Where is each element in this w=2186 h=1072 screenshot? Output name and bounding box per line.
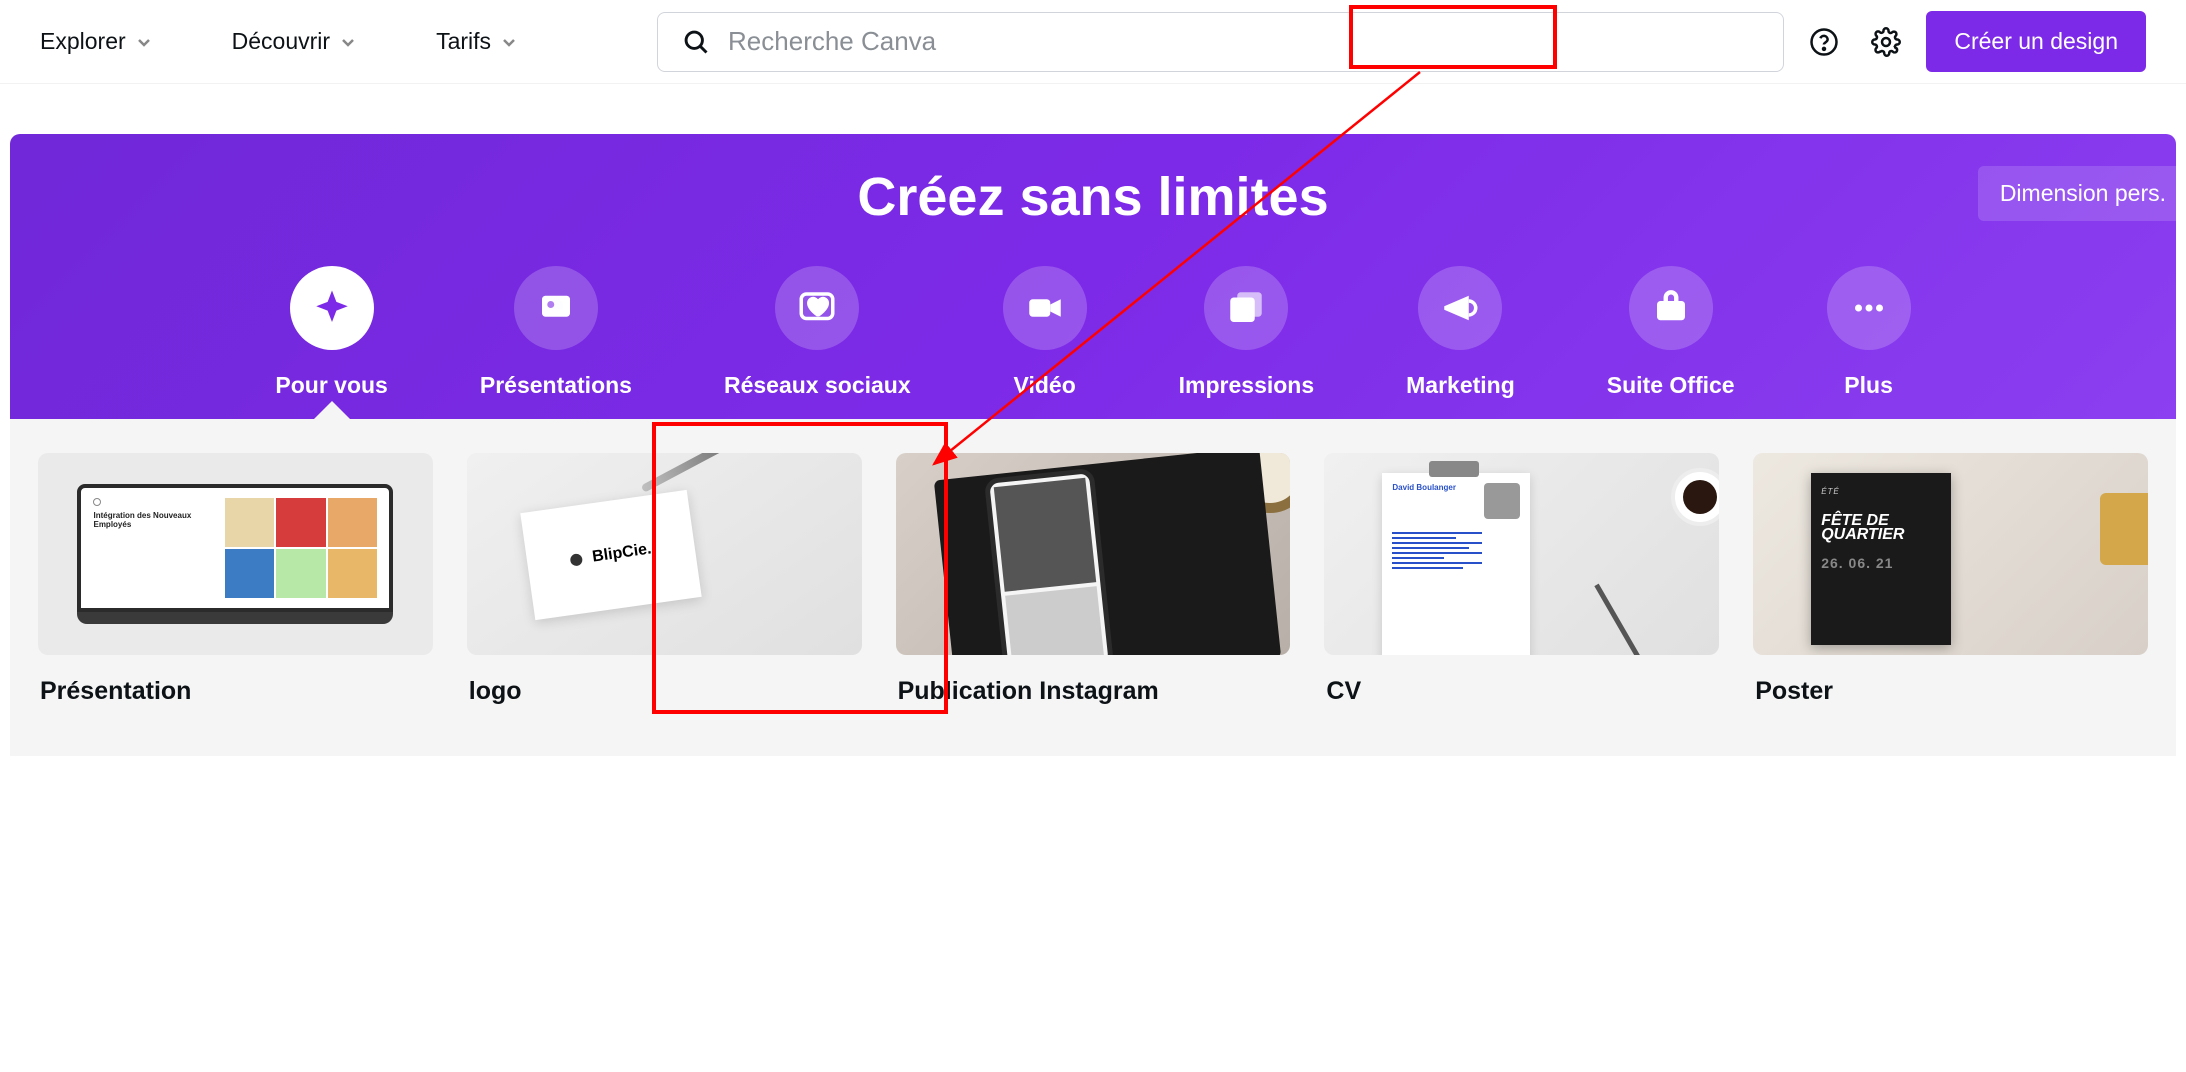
hero-title: Créez sans limites [10, 166, 2176, 266]
template-poster[interactable]: ÉTÉ FÊTE DEQUARTIER 26. 06. 21 Poster [1753, 453, 2148, 706]
category-social[interactable]: Réseaux sociaux [724, 266, 911, 399]
category-video[interactable]: Vidéo [1003, 266, 1087, 399]
template-thumbnail: David Boulanger [1324, 453, 1719, 655]
office-icon [1629, 266, 1713, 350]
print-icon [1204, 266, 1288, 350]
template-cv[interactable]: David Boulanger CV [1324, 453, 1719, 706]
gear-icon [1871, 27, 1901, 57]
category-label: Réseaux sociaux [724, 372, 911, 399]
category-label: Vidéo [1014, 372, 1076, 399]
settings-button[interactable] [1864, 20, 1908, 64]
help-icon [1809, 27, 1839, 57]
nav-explore-label: Explorer [40, 28, 126, 55]
help-button[interactable] [1802, 20, 1846, 64]
mock-poster-date: 26. 06. 21 [1821, 555, 1941, 571]
category-tabs: Pour vous Présentations Réseaux sociaux … [10, 266, 2176, 419]
nav-discover-label: Découvrir [232, 28, 330, 55]
category-label: Suite Office [1607, 372, 1735, 399]
nav-discover[interactable]: Découvrir [232, 28, 356, 55]
category-more[interactable]: Plus [1827, 266, 1911, 399]
template-thumbnail: BlipCie. [467, 453, 862, 655]
category-label: Impressions [1179, 372, 1315, 399]
template-logo[interactable]: BlipCie. logo [467, 453, 862, 706]
category-label: Pour vous [275, 372, 387, 399]
template-label: Publication Instagram [896, 677, 1291, 706]
template-thumbnail [896, 453, 1291, 655]
custom-dimensions-button[interactable]: Dimension pers. [1978, 166, 2176, 221]
category-label: Marketing [1406, 372, 1515, 399]
presentations-icon [514, 266, 598, 350]
template-label: CV [1324, 677, 1719, 706]
template-instagram-post[interactable]: Publication Instagram [896, 453, 1291, 706]
video-icon [1003, 266, 1087, 350]
more-icon [1827, 266, 1911, 350]
category-marketing[interactable]: Marketing [1406, 266, 1515, 399]
mock-laptop-title: Intégration des Nouveaux Employés [93, 512, 218, 530]
mock-logo-brand: BlipCie. [591, 540, 652, 566]
hero-banner: Créez sans limites Dimension pers. Pour … [10, 134, 2176, 419]
nav-links: Explorer Découvrir Tarifs [40, 28, 517, 55]
search-input[interactable] [728, 26, 1759, 57]
nav-pricing-label: Tarifs [436, 28, 491, 55]
chevron-down-icon [340, 34, 356, 50]
nav-explore[interactable]: Explorer [40, 28, 152, 55]
for-you-icon [290, 266, 374, 350]
search-icon [682, 28, 710, 56]
marketing-icon [1418, 266, 1502, 350]
header-bar: Explorer Découvrir Tarifs Créer un desig… [0, 0, 2186, 84]
templates-row: Intégration des Nouveaux Employés Présen… [10, 419, 2176, 756]
header-actions: Créer un design [1802, 11, 2146, 72]
category-print[interactable]: Impressions [1179, 266, 1315, 399]
category-presentations[interactable]: Présentations [480, 266, 632, 399]
category-office[interactable]: Suite Office [1607, 266, 1735, 399]
template-thumbnail: ÉTÉ FÊTE DEQUARTIER 26. 06. 21 [1753, 453, 2148, 655]
mock-poster-top: ÉTÉ [1821, 487, 1941, 496]
template-thumbnail: Intégration des Nouveaux Employés [38, 453, 433, 655]
template-label: Poster [1753, 677, 2148, 706]
category-label: Plus [1844, 372, 1893, 399]
chevron-down-icon [136, 34, 152, 50]
category-label: Présentations [480, 372, 632, 399]
template-presentation[interactable]: Intégration des Nouveaux Employés Présen… [38, 453, 433, 706]
category-for-you[interactable]: Pour vous [275, 266, 387, 399]
template-label: logo [467, 677, 862, 706]
search-bar[interactable] [657, 12, 1784, 72]
chevron-down-icon [501, 34, 517, 50]
social-icon [775, 266, 859, 350]
template-label: Présentation [38, 677, 433, 706]
nav-pricing[interactable]: Tarifs [436, 28, 517, 55]
create-design-button[interactable]: Créer un design [1926, 11, 2146, 72]
mock-poster-title-2: QUARTIER [1821, 526, 1904, 543]
